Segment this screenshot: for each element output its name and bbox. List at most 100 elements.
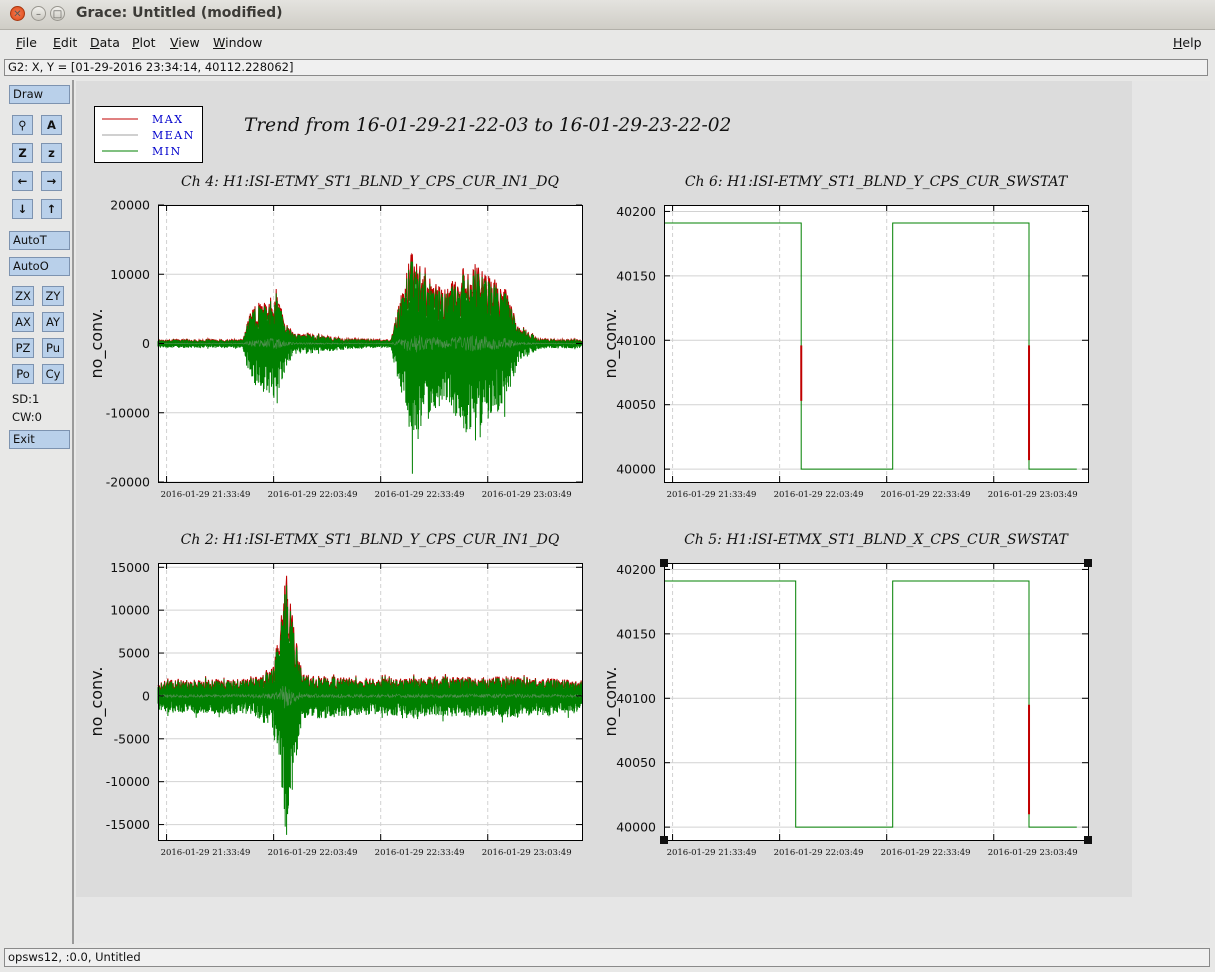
graph-2[interactable]: -15000 -10000 -5000 0 5000 10000 15000 2016-01-…	[87, 532, 583, 858]
menubar: File Edit Data Plot View Window Help	[0, 30, 1215, 57]
y-axis-label: no_conv.	[87, 309, 107, 379]
autot-button[interactable]: AutoT	[9, 231, 70, 250]
y-tick-label: 40000	[616, 820, 656, 835]
current-world-label: CW:0	[12, 410, 42, 424]
canvas-margin-bottom	[76, 897, 1210, 943]
x-tick-label: 2016-01-29 21:33:49	[667, 848, 757, 858]
close-window-button[interactable]: ✕	[10, 6, 25, 21]
y-tick-label: -5000	[114, 731, 150, 746]
window-titlebar: ✕ – □ Grace: Untitled (modified)	[0, 0, 1215, 30]
plot-area[interactable]	[664, 205, 1088, 482]
y-tick-label: 40200	[616, 562, 656, 577]
menu-edit[interactable]: Edit	[53, 35, 77, 50]
plot-area[interactable]	[664, 563, 1088, 840]
x-tick-label: 2016-01-29 22:03:49	[774, 848, 864, 858]
menu-data[interactable]: Data	[90, 35, 120, 50]
ax-button[interactable]: AX	[12, 312, 34, 332]
legend-mean-label: MEAN	[152, 129, 195, 142]
zy-button[interactable]: ZY	[42, 286, 64, 306]
x-tick-label: 2016-01-29 23:03:49	[482, 848, 572, 858]
x-tick-label: 2016-01-29 22:33:49	[881, 490, 971, 500]
minimize-window-button[interactable]: –	[31, 6, 46, 21]
y-tick-label: 20000	[110, 198, 150, 213]
graph-canvas[interactable]: MAX MEAN MIN Trend from 16-01-29-21-22-0…	[76, 81, 1210, 943]
po-button[interactable]: Po	[12, 364, 34, 384]
y-tick-label: 10000	[110, 603, 150, 618]
arrow-right-icon[interactable]: →	[41, 171, 62, 191]
exit-button[interactable]: Exit	[9, 430, 70, 449]
locator-bar: G2: X, Y = [01-29-2016 23:34:14, 40112.2…	[4, 59, 1208, 76]
pz-button[interactable]: PZ	[12, 338, 34, 358]
y-tick-label: -20000	[106, 475, 150, 490]
y-tick-label: 40150	[616, 626, 656, 641]
arrow-up-icon[interactable]: ↑	[41, 199, 62, 219]
stack-depth-label: SD:1	[12, 392, 40, 406]
y-tick-label: -10000	[106, 774, 150, 789]
y-tick-label: 15000	[110, 560, 150, 575]
graph-canvas-area[interactable]: MAX MEAN MIN Trend from 16-01-29-21-22-0…	[76, 81, 1210, 943]
graph-0[interactable]: -20000 -10000 0 10000 20000 2016-01-29 21:33:…	[87, 174, 583, 500]
x-tick-label: 2016-01-29 21:33:49	[161, 848, 251, 858]
menu-window[interactable]: Window	[213, 35, 262, 50]
x-tick-label: 2016-01-29 22:03:49	[268, 848, 358, 858]
x-tick-label: 2016-01-29 21:33:49	[667, 490, 757, 500]
y-tick-label: 10000	[110, 267, 150, 282]
y-tick-label: 40000	[616, 462, 656, 477]
graph-title: Ch 4: H1:ISI-ETMY_ST1_BLND_Y_CPS_CUR_IN1…	[181, 174, 559, 190]
x-tick-label: 2016-01-29 23:03:49	[482, 490, 572, 500]
legend-min-label: MIN	[152, 145, 182, 158]
y-tick-label: 40200	[616, 204, 656, 219]
window-title: Grace: Untitled (modified)	[76, 5, 283, 21]
graph-3[interactable]: 40000 40050 40100 40150 40200 2016-01-29 21:3…	[601, 532, 1089, 858]
graph-1[interactable]: 40000 40050 40100 40150 40200 2016-01-29 21:3…	[601, 174, 1089, 500]
y-tick-label: 40050	[616, 397, 656, 412]
y-axis-label: no_conv.	[601, 309, 621, 379]
autoo-button[interactable]: AutoO	[9, 257, 70, 276]
menu-plot[interactable]: Plot	[132, 35, 156, 50]
x-tick-label: 2016-01-29 22:03:49	[268, 490, 358, 500]
canvas-margin-right	[1132, 81, 1210, 943]
y-axis-label: no_conv.	[601, 667, 621, 737]
x-tick-label: 2016-01-29 21:33:49	[161, 490, 251, 500]
arrow-left-icon[interactable]: ←	[12, 171, 33, 191]
graph-title: Ch 6: H1:ISI-ETMY_ST1_BLND_Y_CPS_CUR_SWS…	[685, 174, 1069, 190]
maximize-window-button[interactable]: □	[50, 6, 65, 21]
text-zoom-icon[interactable]: A	[41, 115, 62, 135]
x-tick-label: 2016-01-29 22:33:49	[881, 848, 971, 858]
graph-title: Ch 2: H1:ISI-ETMX_ST1_BLND_Y_CPS_CUR_IN1…	[181, 532, 560, 548]
toolbar-separator	[72, 80, 74, 944]
y-tick-label: 0	[142, 688, 150, 703]
legend[interactable]: MAX MEAN MIN	[94, 106, 203, 163]
y-tick-label: -10000	[106, 405, 150, 420]
arrow-down-icon[interactable]: ↓	[12, 199, 33, 219]
menu-file[interactable]: File	[16, 35, 37, 50]
x-tick-label: 2016-01-29 22:33:49	[375, 848, 465, 858]
draw-button[interactable]: Draw	[9, 85, 70, 104]
pu-button[interactable]: Pu	[42, 338, 64, 358]
status-bar: opsws12, :0.0, Untitled	[4, 948, 1210, 967]
y-tick-label: 40150	[616, 268, 656, 283]
zx-button[interactable]: ZX	[12, 286, 34, 306]
x-tick-label: 2016-01-29 22:33:49	[375, 490, 465, 500]
y-tick-label: 40100	[616, 691, 656, 706]
ay-button[interactable]: AY	[42, 312, 64, 332]
graph-title: Ch 5: H1:ISI-ETMX_ST1_BLND_X_CPS_CUR_SWS…	[684, 532, 1069, 548]
y-tick-label: 5000	[118, 646, 150, 661]
y-axis-label: no_conv.	[87, 667, 107, 737]
legend-max-label: MAX	[152, 113, 184, 126]
y-tick-label: -15000	[106, 817, 150, 832]
y-tick-label: 0	[142, 336, 150, 351]
main-title: Trend from 16-01-29-21-22-03 to 16-01-29…	[244, 115, 731, 136]
zoom-z-icon[interactable]: Z	[12, 143, 33, 163]
menu-help[interactable]: Help	[1173, 35, 1202, 50]
y-tick-label: 40100	[616, 333, 656, 348]
cy-button[interactable]: Cy	[42, 364, 64, 384]
magnifier-icon[interactable]: ⚲	[12, 115, 33, 135]
x-tick-label: 2016-01-29 23:03:49	[988, 490, 1078, 500]
toolbar: Draw ⚲ A Z z ← → ↓ ↑ AutoT AutoO ZX ZY A…	[4, 80, 72, 944]
x-tick-label: 2016-01-29 22:03:49	[774, 490, 864, 500]
zoom-z-small-icon[interactable]: z	[41, 143, 62, 163]
x-tick-label: 2016-01-29 23:03:49	[988, 848, 1078, 858]
menu-view[interactable]: View	[170, 35, 200, 50]
y-tick-label: 40050	[616, 755, 656, 770]
